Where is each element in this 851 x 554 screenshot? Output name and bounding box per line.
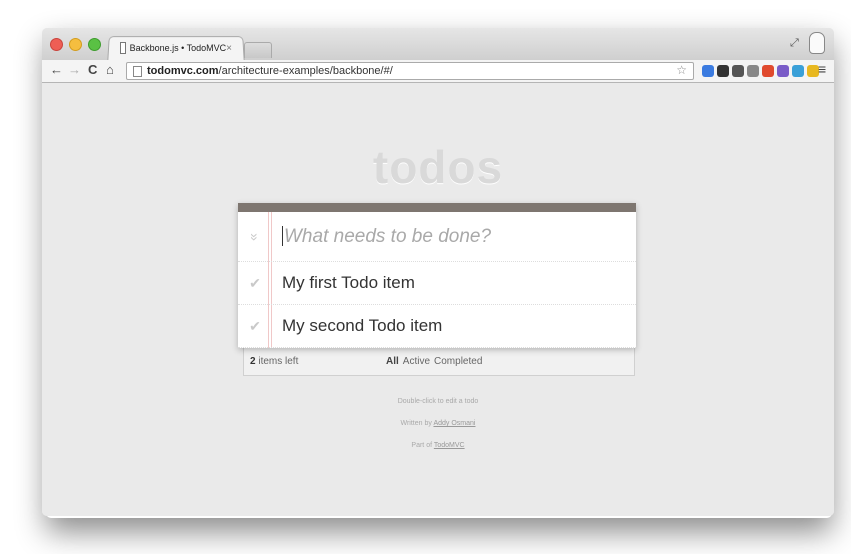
- info-author-prefix: Written by: [400, 420, 434, 427]
- info-part-of: Part of TodoMVC: [42, 442, 834, 449]
- browser-window: Backbone.js • TodoMVC × ⤢ ← → C ⌂ todomv…: [42, 28, 834, 516]
- checkmark-icon[interactable]: ✔: [238, 318, 272, 335]
- menu-icon[interactable]: ≡: [818, 61, 826, 77]
- back-icon[interactable]: ←: [50, 62, 63, 77]
- extension-icon[interactable]: [747, 65, 759, 77]
- page-title: todos: [372, 141, 504, 193]
- new-todo-input[interactable]: What needs to be done?: [272, 226, 491, 248]
- toggle-all-icon[interactable]: »: [247, 220, 263, 254]
- tab-close-icon[interactable]: ×: [226, 43, 232, 54]
- bookmark-star-icon[interactable]: ☆: [676, 63, 687, 77]
- address-bar[interactable]: todomvc.com /architecture-examples/backb…: [126, 62, 694, 80]
- todo-app: » What needs to be done? ✔ My first Todo…: [238, 203, 636, 348]
- new-tab-button[interactable]: [244, 42, 272, 58]
- todo-footer: 2 items left All Active Completed: [242, 349, 632, 373]
- todo-item[interactable]: ✔ My second Todo item: [238, 305, 636, 348]
- fullscreen-icon[interactable]: ⤢: [790, 37, 799, 50]
- forward-icon[interactable]: →: [68, 62, 81, 77]
- title-bar: Backbone.js • TodoMVC × ⤢: [42, 28, 834, 63]
- todo-item-label[interactable]: My first Todo item: [272, 273, 415, 293]
- close-window-button[interactable]: [50, 38, 63, 51]
- extension-icon[interactable]: [777, 65, 789, 77]
- browser-toolbar: ← → C ⌂ todomvc.com /architecture-exampl…: [42, 60, 834, 83]
- extension-icon[interactable]: [702, 65, 714, 77]
- app-header-bar: [238, 203, 636, 212]
- todo-item-label[interactable]: My second Todo item: [272, 316, 442, 336]
- extension-icon[interactable]: [732, 65, 744, 77]
- home-icon[interactable]: ⌂: [106, 62, 114, 77]
- extension-icon[interactable]: [717, 65, 729, 77]
- todo-count-suffix: items left: [255, 355, 299, 367]
- reload-icon[interactable]: C: [88, 62, 97, 77]
- url-host: todomvc.com: [147, 65, 219, 77]
- info-part-of-prefix: Part of: [411, 442, 434, 449]
- checkmark-icon[interactable]: ✔: [238, 275, 272, 292]
- tab-title[interactable]: Backbone.js • TodoMVC: [130, 43, 227, 53]
- new-todo-row: » What needs to be done?: [238, 212, 636, 262]
- filter-all[interactable]: All: [386, 356, 399, 367]
- extension-icon[interactable]: [792, 65, 804, 77]
- todomvc-link[interactable]: TodoMVC: [434, 442, 465, 449]
- new-todo-placeholder: What needs to be done?: [284, 225, 492, 247]
- info-hint: Double-click to edit a todo: [397, 398, 479, 405]
- zoom-window-button[interactable]: [88, 38, 101, 51]
- minimize-window-button[interactable]: [69, 38, 82, 51]
- url-path: /architecture-examples/backbone/#/: [218, 65, 393, 77]
- info-author: Written by Addy Osmani: [42, 420, 834, 427]
- filter-active[interactable]: Active: [403, 356, 430, 367]
- page-icon: [133, 65, 142, 77]
- extension-icon[interactable]: [762, 65, 774, 77]
- author-link[interactable]: Addy Osmani: [433, 420, 475, 427]
- filter-completed[interactable]: Completed: [434, 356, 482, 367]
- page-icon: [120, 42, 126, 54]
- page-content: todos » What needs to be done? ✔ My firs…: [42, 83, 834, 516]
- todo-count: 2 items left: [242, 356, 386, 367]
- todo-item[interactable]: ✔ My first Todo item: [238, 262, 636, 305]
- profile-icon[interactable]: [809, 32, 825, 54]
